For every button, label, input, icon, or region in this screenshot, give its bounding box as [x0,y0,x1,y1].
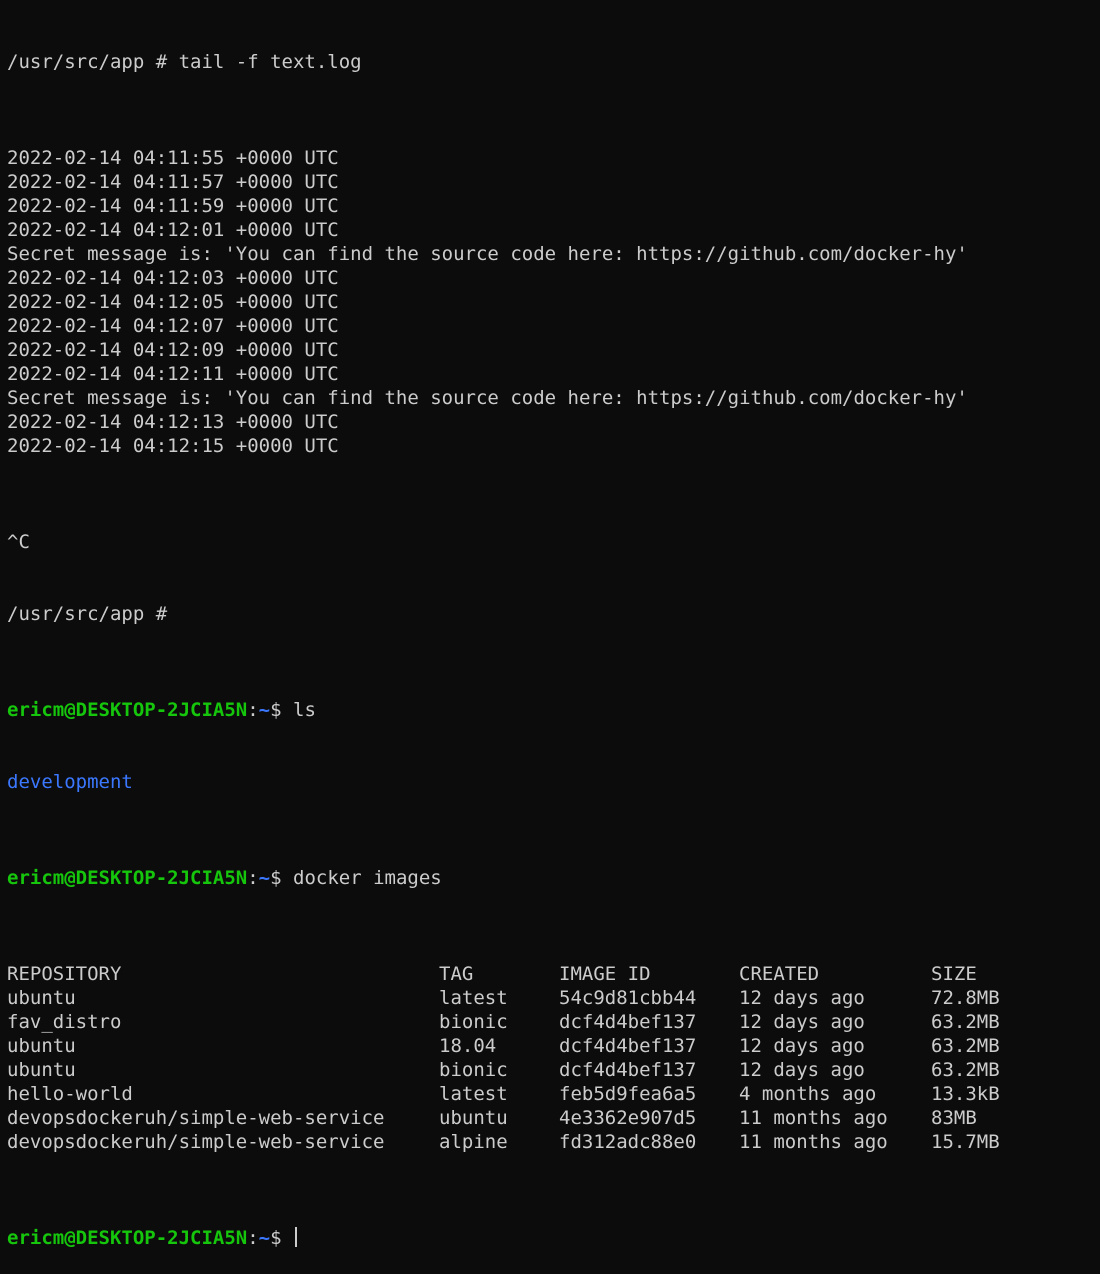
log-line: 2022-02-14 04:11:57 +0000 UTC [7,171,339,193]
table-row: fav_distro bionic dcf4d4bef137 12 days ago 6… [7,1010,1031,1034]
prompt-separator: : [247,699,259,721]
column-header: TAG [439,963,474,985]
created-cell: 12 days ago [739,987,865,1009]
size-cell: 15.7MB [931,1131,1000,1153]
created-cell: 4 months ago [739,1083,877,1105]
log-line: 2022-02-14 04:12:07 +0000 UTC [7,315,339,337]
repository-cell: ubuntu [7,1035,76,1057]
table-row: ubuntu bionic dcf4d4bef137 12 days ago 63.2M… [7,1058,1031,1082]
repository-cell: devopsdockeruh/simple-web-service [7,1131,385,1153]
log-line: 2022-02-14 04:12:13 +0000 UTC [7,411,339,433]
prompt-dollar: $ [270,699,294,721]
tag-cell: latest [439,1083,508,1105]
image-id-cell: 4e3362e907d5 [559,1107,697,1129]
image-id-cell: fd312adc88e0 [559,1131,697,1153]
size-cell: 63.2MB [931,1059,1000,1081]
created-cell: 12 days ago [739,1059,865,1081]
image-id-cell: dcf4d4bef137 [559,1035,697,1057]
table-row: hello-world latest feb5d9fea6a5 4 months ag… [7,1082,1031,1106]
created-cell: 11 months ago [739,1131,888,1153]
log-output: 2022-02-14 04:11:55 +0000 UTC 2022-02-14 … [7,146,1100,458]
prompt-separator: : [247,867,259,889]
command-line[interactable]: ericm@DESKTOP-2JCIA5N:~$ [7,1226,1100,1250]
log-line: 2022-02-14 04:11:55 +0000 UTC [7,147,339,169]
prompt-path: ~ [258,699,271,721]
log-line: 2022-02-14 04:12:01 +0000 UTC [7,219,339,241]
column-header: CREATED [739,963,820,985]
text-cursor[interactable] [295,1227,298,1247]
size-cell: 13.3kB [931,1083,1000,1105]
command-text: ls [293,699,316,721]
terminal-window[interactable]: /usr/src/app # tail -f text.log 2022-02-… [0,0,1100,1249]
interrupt-line: ^C [7,531,30,553]
column-header: REPOSITORY [7,963,122,985]
prompt-dollar: $ [270,1227,294,1249]
size-cell: 63.2MB [931,1035,1000,1057]
command-text: tail -f text.log [178,51,362,73]
table-row: ubuntu latest 54c9d81cbb44 12 days ago 72.8M… [7,986,1031,1010]
table-header-row: REPOSITORY TAG IMAGE ID CREATED SIZE [7,962,1031,986]
table-row: ubuntu 18.04 dcf4d4bef137 12 days ago 63.2MB [7,1034,1031,1058]
prompt-dollar: $ [270,867,294,889]
repository-cell: hello-world [7,1083,133,1105]
directory-entry[interactable]: development [7,770,1100,794]
repository-cell: ubuntu [7,1059,76,1081]
command-line: /usr/src/app # tail -f text.log [7,50,1100,74]
prompt-path: ~ [258,867,271,889]
repository-cell: fav_distro [7,1011,122,1033]
prompt-user-host: ericm@DESKTOP-2JCIA5N [7,699,248,721]
repository-cell: devopsdockeruh/simple-web-service [7,1107,385,1129]
command-line: ericm@DESKTOP-2JCIA5N:~$ docker images [7,866,1100,890]
size-cell: 72.8MB [931,987,1000,1009]
log-line: 2022-02-14 04:12:11 +0000 UTC [7,363,339,385]
shell-prompt: /usr/src/app # [7,603,168,625]
created-cell: 12 days ago [739,1035,865,1057]
repository-cell: ubuntu [7,987,76,1009]
prompt-user-host: ericm@DESKTOP-2JCIA5N [7,867,248,889]
size-cell: 63.2MB [931,1011,1000,1033]
tag-cell: 18.04 [439,1035,497,1057]
size-cell: 83MB [931,1107,977,1129]
column-header: IMAGE ID [559,963,651,985]
image-id-cell: feb5d9fea6a5 [559,1083,697,1105]
created-cell: 11 months ago [739,1107,888,1129]
docker-images-table: REPOSITORY TAG IMAGE ID CREATED SIZE ubu… [7,962,1031,1154]
created-cell: 12 days ago [739,1011,865,1033]
tag-cell: bionic [439,1011,508,1033]
prompt-separator: : [247,1227,259,1249]
log-line: 2022-02-14 04:12:09 +0000 UTC [7,339,339,361]
command-line: ericm@DESKTOP-2JCIA5N:~$ ls [7,698,1100,722]
image-id-cell: dcf4d4bef137 [559,1011,697,1033]
log-line: 2022-02-14 04:12:15 +0000 UTC [7,435,339,457]
image-id-cell: 54c9d81cbb44 [559,987,697,1009]
log-line: Secret message is: 'You can find the sou… [7,387,968,409]
log-line: 2022-02-14 04:11:59 +0000 UTC [7,195,339,217]
tag-cell: latest [439,987,508,1009]
command-text: docker images [293,867,442,889]
tag-cell: bionic [439,1059,508,1081]
log-line: Secret message is: 'You can find the sou… [7,243,968,265]
table-row: devopsdockeruh/simple-web-service ubuntu 4… [7,1106,1031,1130]
log-line: 2022-02-14 04:12:05 +0000 UTC [7,291,339,313]
prompt-user-host: ericm@DESKTOP-2JCIA5N [7,1227,248,1249]
prompt-path: ~ [258,1227,271,1249]
shell-prompt: /usr/src/app # [7,51,179,73]
image-id-cell: dcf4d4bef137 [559,1059,697,1081]
tag-cell: ubuntu [439,1107,508,1129]
log-line: 2022-02-14 04:12:03 +0000 UTC [7,267,339,289]
tag-cell: alpine [439,1131,508,1153]
table-row: devopsdockeruh/simple-web-service alpine f… [7,1130,1031,1154]
column-header: SIZE [931,963,977,985]
